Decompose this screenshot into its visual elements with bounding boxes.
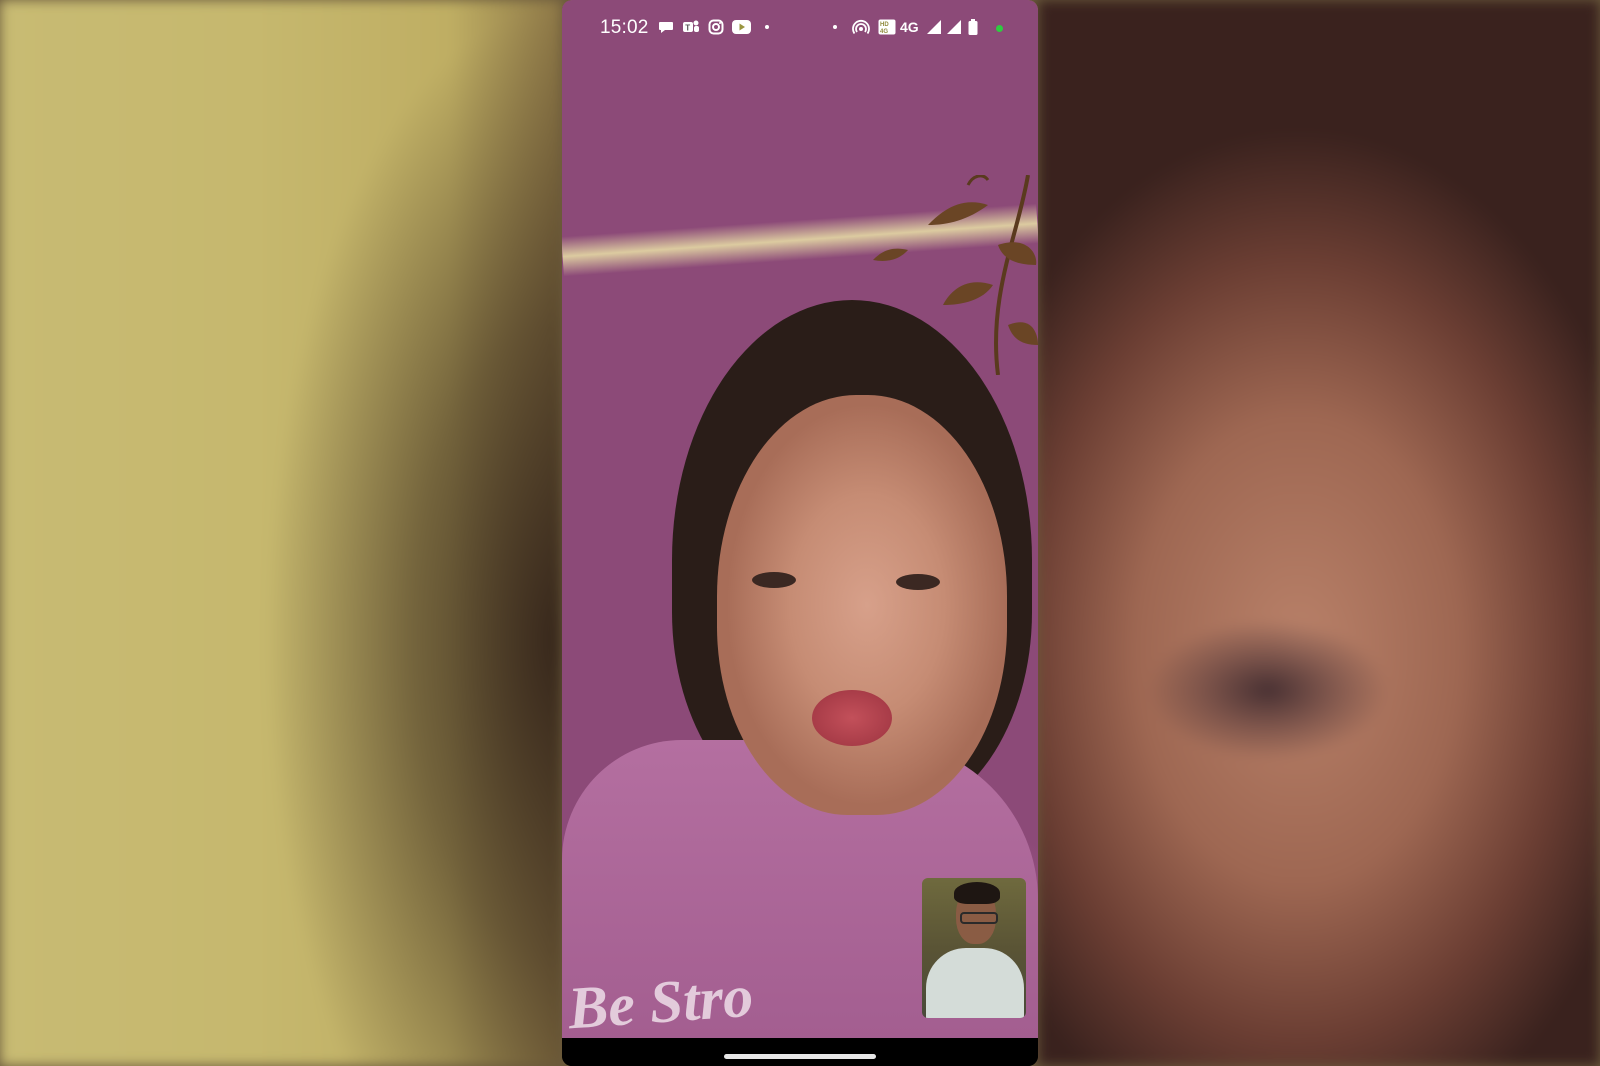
status-time: 15:02	[600, 17, 649, 38]
network-type-label: 4G	[900, 19, 919, 35]
battery-icon	[968, 18, 978, 36]
right-eye	[896, 574, 940, 590]
chat-bubble-icon	[658, 18, 674, 36]
person-face	[717, 395, 1007, 815]
dot-icon	[832, 18, 838, 36]
phone-screen: Be Stro 15:02 T HD 4G 4G	[562, 0, 1038, 1066]
svg-text:4G: 4G	[880, 29, 888, 35]
blurred-background-left	[0, 0, 562, 1066]
svg-text:T: T	[685, 24, 690, 33]
self-view-pip[interactable]	[922, 878, 1026, 1018]
teams-icon: T	[682, 18, 700, 36]
self-view-glasses	[960, 912, 998, 924]
signal-icon	[926, 18, 942, 36]
left-eye	[752, 572, 796, 588]
person-lips	[812, 690, 892, 746]
shirt-print-text: Be Stro	[565, 962, 756, 1038]
svg-text:HD: HD	[880, 22, 889, 28]
self-view-body	[926, 948, 1024, 1018]
home-gesture-handle[interactable]	[724, 1054, 876, 1059]
instagram-icon	[708, 18, 724, 36]
status-bar: 15:02 T HD 4G 4G	[562, 0, 1038, 56]
volte-icon: HD 4G	[878, 18, 896, 36]
self-view-hair	[954, 882, 1000, 904]
signal-icon	[946, 18, 962, 36]
navigation-bar	[562, 1038, 1038, 1066]
hotspot-icon	[852, 18, 870, 36]
privacy-indicator-dot	[996, 25, 1003, 32]
screen: Be Stro 15:02 T HD 4G 4G	[0, 0, 1600, 1066]
youtube-icon	[732, 18, 751, 36]
blurred-background-right	[1038, 0, 1600, 1066]
dot-icon	[764, 18, 770, 36]
